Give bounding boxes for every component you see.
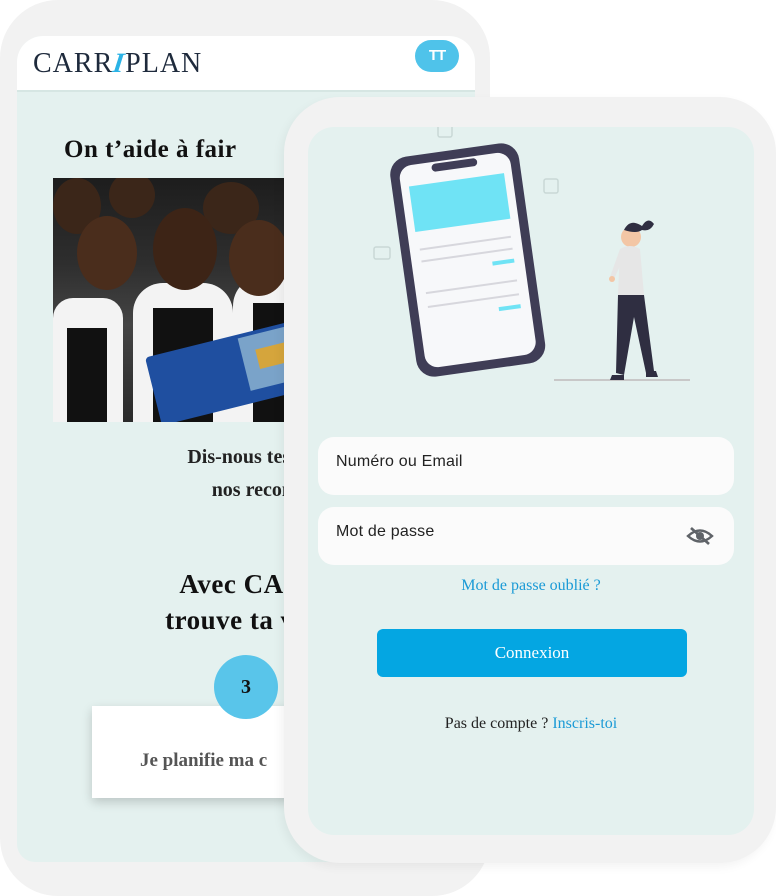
front-phone-frame: Numéro ou Email Mot de passe Mot de pass… [284,97,776,863]
plan-card-text: Je planifie ma c [140,750,268,771]
login-button[interactable]: Connexion [377,629,687,677]
no-account-text: Pas de compte ? [444,715,549,732]
email-field-placeholder: Numéro ou Email [336,453,463,470]
step-number-badge: 3 [214,655,278,719]
password-field[interactable]: Mot de passe [318,507,734,565]
phone-woman-illustration [373,127,690,381]
app-logo[interactable]: CARRIPLAN [33,48,202,80]
signup-prompt: Pas de compte ? Inscris-toi [308,715,754,733]
email-field[interactable]: Numéro ou Email [318,437,734,495]
user-avatar[interactable]: TT [415,40,459,72]
forgot-password-link[interactable]: Mot de passe oublié ? [308,577,754,595]
hero-title: On t’aide à fair [64,136,237,163]
login-screen: Numéro ou Email Mot de passe Mot de pass… [308,127,754,835]
app-header: CARRIPLAN TT [17,36,475,92]
eye-slash-icon[interactable] [686,525,714,547]
password-field-placeholder: Mot de passe [336,523,435,540]
signup-link[interactable]: Inscris-toi [552,715,617,732]
